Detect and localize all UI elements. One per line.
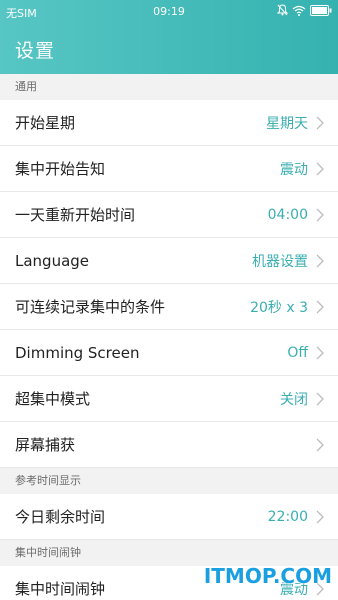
- settings-screen: 无SIM 09:19 设置 通用 开始星期 星期天 集中开始告知 震动 一天重新…: [0, 0, 338, 600]
- row-super-focus[interactable]: 超集中模式 关闭: [0, 376, 338, 422]
- row-value: 震动: [280, 161, 308, 178]
- section-header-general: 通用: [0, 74, 338, 100]
- section-header-focus-alarm: 集中时间闹钟: [0, 540, 338, 566]
- chevron-right-icon: [316, 438, 324, 451]
- row-day-restart[interactable]: 一天重新开始时间 04:00: [0, 192, 338, 238]
- watermark: ITMOP.COM: [203, 564, 332, 588]
- row-label: 一天重新开始时间: [15, 206, 136, 224]
- chevron-right-icon: [316, 346, 324, 359]
- wifi-icon: [292, 5, 306, 16]
- row-value: 机器设置: [252, 253, 308, 270]
- chevron-right-icon: [316, 254, 324, 267]
- chevron-right-icon: [316, 510, 324, 523]
- row-value: 22:00: [267, 508, 308, 525]
- status-icons: [277, 4, 332, 16]
- header: 无SIM 09:19 设置: [0, 0, 338, 74]
- page-title: 设置: [15, 39, 56, 62]
- app-bar: 设置: [0, 24, 338, 74]
- row-label: Dimming Screen: [15, 343, 140, 362]
- row-label: 今日剩余时间: [15, 508, 106, 526]
- chevron-right-icon: [316, 392, 324, 405]
- row-language[interactable]: Language 机器设置: [0, 238, 338, 284]
- row-screen-capture[interactable]: 屏幕捕获: [0, 422, 338, 468]
- chevron-right-icon: [316, 300, 324, 313]
- status-bar: 无SIM 09:19: [0, 0, 338, 24]
- row-label: 超集中模式: [15, 390, 91, 408]
- row-remaining-time[interactable]: 今日剩余时间 22:00: [0, 494, 338, 540]
- section-header-reference-time: 参考时间显示: [0, 468, 338, 494]
- row-value: 关闭: [280, 391, 308, 408]
- battery-icon: [310, 4, 332, 16]
- row-label: 开始星期: [15, 114, 76, 132]
- row-record-condition[interactable]: 可连续记录集中的条件 20秒 x 3: [0, 284, 338, 330]
- row-label: 集中开始告知: [15, 160, 106, 178]
- row-week-start[interactable]: 开始星期 星期天: [0, 100, 338, 146]
- mute-icon: [277, 4, 288, 16]
- row-value: 04:00: [267, 206, 308, 223]
- row-dimming-screen[interactable]: Dimming Screen Off: [0, 330, 338, 376]
- chevron-right-icon: [316, 162, 324, 175]
- chevron-right-icon: [316, 208, 324, 221]
- row-value: 星期天: [266, 115, 308, 132]
- row-value: 20秒 x 3: [250, 299, 308, 316]
- row-focus-notify[interactable]: 集中开始告知 震动: [0, 146, 338, 192]
- row-value: Off: [287, 344, 308, 361]
- row-label: Language: [15, 251, 90, 270]
- row-label: 可连续记录集中的条件: [15, 298, 166, 316]
- chevron-right-icon: [316, 116, 324, 129]
- row-label: 屏幕捕获: [15, 436, 76, 454]
